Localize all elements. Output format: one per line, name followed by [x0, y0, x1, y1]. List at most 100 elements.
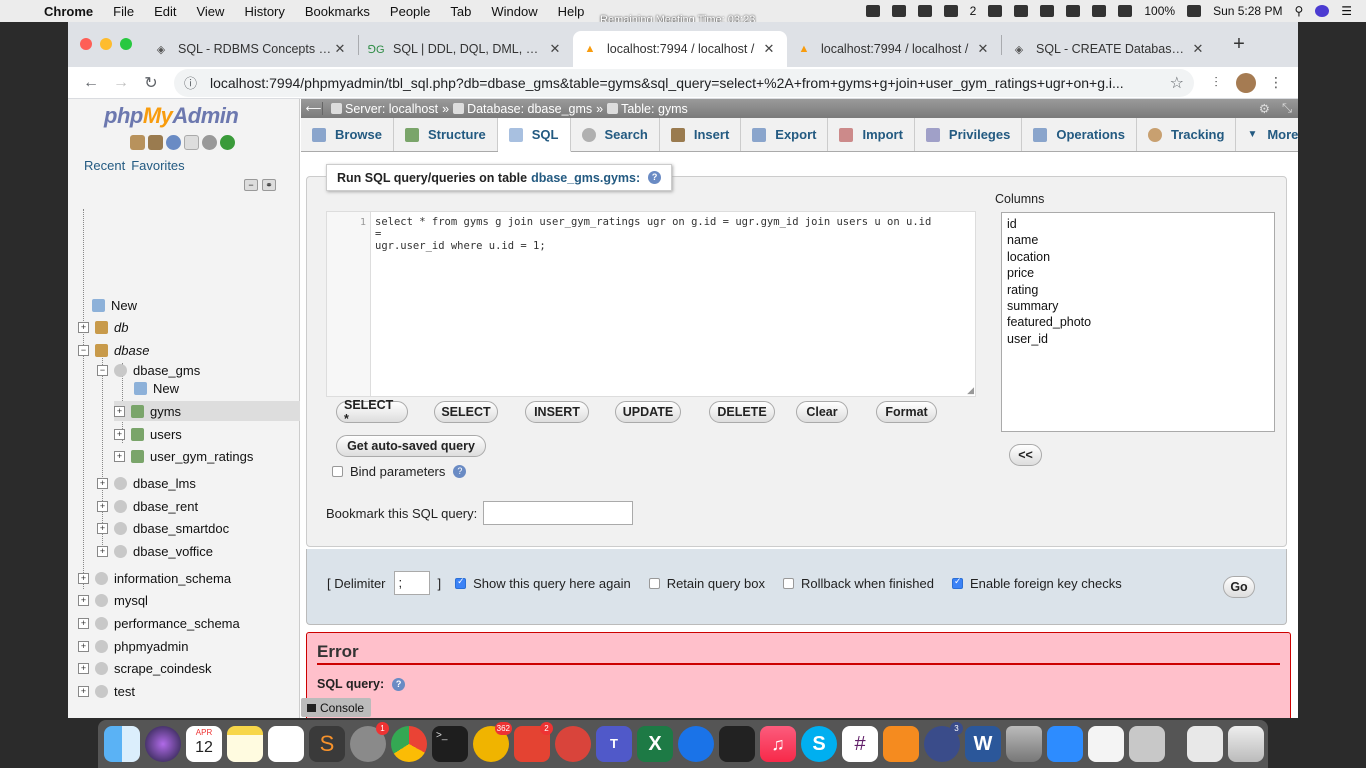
menu-tab[interactable]: Tab	[440, 4, 481, 19]
teamviewer-icon[interactable]	[917, 5, 932, 17]
rollback-checkbox[interactable]	[782, 577, 794, 589]
help-icon[interactable]	[166, 135, 181, 150]
retain-query-box-label[interactable]: Retain query box	[667, 576, 765, 591]
delete-button[interactable]: DELETE	[709, 401, 775, 423]
expand-icon[interactable]: +	[78, 640, 89, 652]
back-icon[interactable]: ←	[76, 74, 106, 92]
reminders-icon[interactable]	[268, 726, 304, 762]
tab-import[interactable]: Import	[828, 118, 915, 151]
clear-button[interactable]: Clear	[796, 401, 848, 423]
bookmark-star-icon[interactable]: ☆	[1170, 73, 1184, 93]
siri-icon[interactable]	[1315, 5, 1330, 17]
close-tab-icon[interactable]: ✕	[547, 41, 563, 57]
expand-icon[interactable]: +	[78, 685, 89, 697]
legend-table-name[interactable]: dbase_gms.gyms:	[531, 171, 640, 185]
bookmark-input[interactable]	[483, 501, 634, 525]
link-with-main-icon[interactable]: ⚭	[262, 179, 276, 191]
teams-icon[interactable]: T	[596, 726, 632, 762]
tab-insert[interactable]: Insert	[660, 118, 742, 151]
settings-gear-icon[interactable]: ⚙	[1259, 101, 1270, 116]
volume-icon[interactable]	[1118, 5, 1133, 17]
textedit-icon[interactable]	[1088, 726, 1124, 762]
console-toggle[interactable]: Console	[301, 698, 371, 717]
menu-view[interactable]: View	[186, 4, 234, 19]
bind-parameters-checkbox[interactable]	[332, 466, 343, 477]
extension-icon[interactable]: ⫶	[1202, 74, 1230, 91]
browser-tab-5[interactable]: ◈ SQL - CREATE Database - T ✕	[1002, 31, 1216, 67]
close-tab-icon[interactable]: ✕	[1190, 41, 1206, 57]
menu-history[interactable]: History	[234, 4, 294, 19]
sql-editor[interactable]: 1 select * from gyms g join user_gym_rat…	[326, 211, 976, 397]
database-app-icon[interactable]	[1006, 726, 1042, 762]
foreign-key-checks-checkbox[interactable]	[951, 576, 963, 589]
tree-item-dbase-lms[interactable]: + dbase_lms	[97, 473, 196, 493]
show-query-again-label[interactable]: Show this query here again	[473, 576, 631, 591]
expand-icon[interactable]: +	[78, 594, 89, 606]
browser-tab-4[interactable]: ▲ localhost:7994 / localhost / ✕	[787, 31, 1001, 67]
rollback-label[interactable]: Rollback when finished	[801, 576, 934, 591]
camera-icon[interactable]	[865, 5, 880, 17]
tab-privileges[interactable]: Privileges	[915, 118, 1023, 151]
column-option[interactable]: location	[1007, 250, 1269, 266]
select-button[interactable]: SELECT	[434, 401, 498, 423]
column-option[interactable]: user_id	[1007, 332, 1269, 348]
docs-icon[interactable]	[184, 135, 199, 150]
close-tab-icon[interactable]: ✕	[761, 41, 777, 57]
bluetooth-icon[interactable]	[1040, 5, 1055, 17]
word-icon[interactable]: W	[965, 726, 1001, 762]
phpmyadmin-logo[interactable]: phpMyAdmin	[104, 103, 239, 129]
sql-code[interactable]: select * from gyms g join user_gym_ratin…	[375, 216, 935, 252]
column-option[interactable]: featured_photo	[1007, 315, 1269, 331]
new-tab-icon[interactable]: +	[1224, 33, 1254, 56]
bind-parameters-label[interactable]: Bind parameters	[350, 464, 445, 479]
collapse-all-icon[interactable]: −	[244, 179, 258, 191]
tab-sql[interactable]: SQL	[497, 118, 571, 152]
breadcrumb-server[interactable]: Server: localhost	[331, 102, 438, 116]
tree-item-dbase-voffice[interactable]: + dbase_voffice	[97, 541, 213, 561]
evernote-icon[interactable]	[988, 5, 1003, 17]
profile-avatar[interactable]	[1236, 72, 1256, 93]
zoom-window-button[interactable]	[120, 38, 132, 50]
cloud-icon[interactable]	[1014, 5, 1029, 17]
music-icon[interactable]: ♫	[760, 726, 796, 762]
airplay-icon[interactable]	[1092, 5, 1107, 17]
sublime-text-icon[interactable]: S	[309, 726, 345, 762]
documents-folder-icon[interactable]	[1187, 726, 1223, 762]
excel-icon[interactable]: X	[637, 726, 673, 762]
trash-icon[interactable]	[1228, 726, 1264, 762]
clock[interactable]: Sun 5:28 PM	[1213, 4, 1282, 18]
format-button[interactable]: Format	[876, 401, 937, 423]
battery-icon[interactable]	[1187, 5, 1202, 17]
notes-icon[interactable]	[943, 5, 958, 17]
expand-icon[interactable]: +	[97, 545, 108, 557]
tree-item-new[interactable]: New	[92, 295, 137, 315]
reload-nav-icon[interactable]	[220, 135, 235, 150]
tree-item-dbase-smartdoc[interactable]: + dbase_smartdoc	[97, 518, 229, 538]
norton-icon[interactable]: 362	[473, 722, 512, 762]
teamviewer-icon[interactable]	[678, 726, 714, 762]
collapse-icon[interactable]: −	[97, 364, 108, 376]
expand-icon[interactable]: +	[114, 450, 125, 462]
expand-icon[interactable]: +	[78, 617, 89, 629]
insert-button[interactable]: INSERT	[525, 401, 589, 423]
close-tab-icon[interactable]: ✕	[332, 41, 348, 57]
column-option[interactable]: name	[1007, 233, 1269, 249]
tree-item-scrape-coindesk[interactable]: + scrape_coindesk	[78, 658, 212, 678]
tab-operations[interactable]: Operations	[1022, 118, 1137, 151]
collapse-icon[interactable]: −	[78, 344, 89, 356]
breadcrumb-database[interactable]: Database: dbase_gms	[453, 102, 592, 116]
books-icon[interactable]	[883, 726, 919, 762]
slack-icon[interactable]: #	[842, 726, 878, 762]
tree-item-information-schema[interactable]: + information_schema	[78, 568, 231, 588]
url-text[interactable]: localhost:7994/phpmyadmin/tbl_sql.php?db…	[210, 75, 1170, 91]
maximize-icon[interactable]: ⤡	[1282, 101, 1292, 116]
sync-icon[interactable]	[891, 5, 906, 17]
column-option[interactable]: rating	[1007, 283, 1269, 299]
tree-item-phpmyadmin[interactable]: + phpmyadmin	[78, 636, 188, 656]
update-button[interactable]: UPDATE	[615, 401, 681, 423]
address-bar[interactable]: ⓘ localhost:7994/phpmyadmin/tbl_sql.php?…	[174, 68, 1194, 97]
tree-item-performance-schema[interactable]: + performance_schema	[78, 613, 240, 633]
settings-gear-icon[interactable]	[202, 135, 217, 150]
expand-icon[interactable]: +	[97, 477, 108, 489]
reload-icon[interactable]: ↻	[136, 73, 166, 93]
